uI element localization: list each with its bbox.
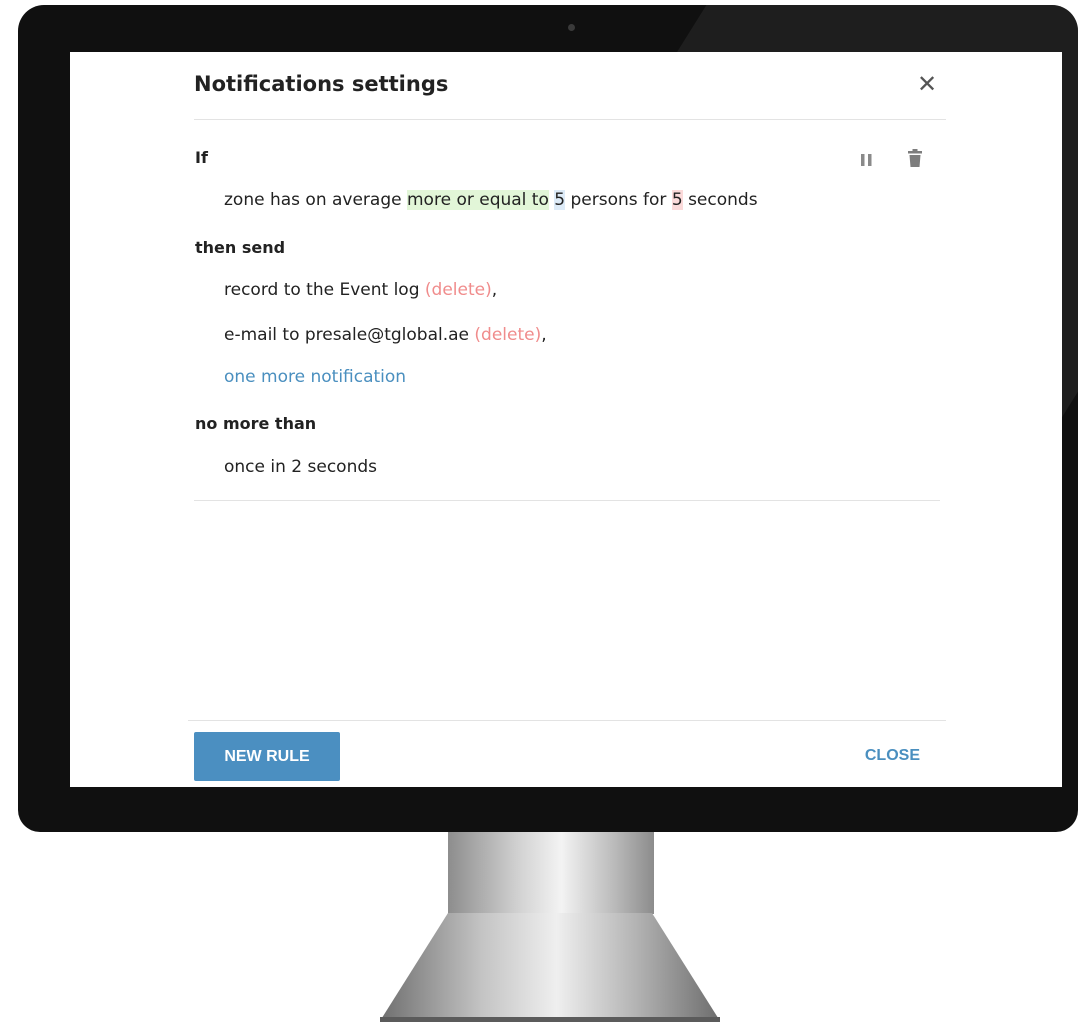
- close-button[interactable]: CLOSE: [846, 742, 920, 770]
- header-divider: [194, 119, 946, 120]
- condition-operator[interactable]: more or equal to: [407, 190, 549, 210]
- close-icon[interactable]: ✕: [916, 72, 938, 96]
- trash-icon[interactable]: [906, 148, 924, 168]
- notifications-dialog: Notifications settings ✕ If zone has on …: [70, 52, 1062, 787]
- condition-prefix: zone has on average: [224, 190, 402, 210]
- notification-separator: ,: [491, 280, 498, 300]
- then-send-label: then send: [195, 238, 286, 257]
- condition-middle: persons for: [570, 190, 667, 210]
- add-notification-link[interactable]: one more notification: [224, 367, 406, 387]
- rule-condition: zone has on average more or equal to 5 p…: [224, 190, 758, 210]
- condition-suffix: seconds: [688, 190, 758, 210]
- notification-text: e-mail to presale@tglobal.ae: [224, 325, 470, 345]
- pause-icon[interactable]: [858, 150, 876, 170]
- condition-count[interactable]: 5: [554, 190, 566, 210]
- notification-item: e-mail to presale@tglobal.ae (delete),: [224, 325, 547, 345]
- limit-label: no more than: [195, 414, 317, 433]
- if-label: If: [195, 148, 208, 167]
- limit-value[interactable]: once in 2 seconds: [224, 457, 377, 477]
- webcam-dot: [568, 24, 575, 31]
- dialog-title: Notifications settings: [194, 72, 449, 96]
- footer-divider: [188, 720, 946, 721]
- monitor-bezel: Notifications settings ✕ If zone has on …: [18, 5, 1078, 832]
- monitor-stand-base: [380, 913, 720, 1021]
- delete-notification-link[interactable]: (delete): [425, 280, 492, 300]
- notification-item: record to the Event log (delete),: [224, 280, 497, 300]
- notification-text: record to the Event log: [224, 280, 420, 300]
- new-rule-button[interactable]: NEW RULE: [194, 732, 340, 781]
- notification-separator: ,: [541, 325, 547, 345]
- monitor-stand-edge: [380, 1017, 720, 1022]
- rule-divider: [194, 500, 940, 501]
- condition-duration[interactable]: 5: [671, 190, 683, 210]
- delete-notification-link[interactable]: (delete): [474, 325, 541, 345]
- monitor-stand-neck: [448, 832, 654, 914]
